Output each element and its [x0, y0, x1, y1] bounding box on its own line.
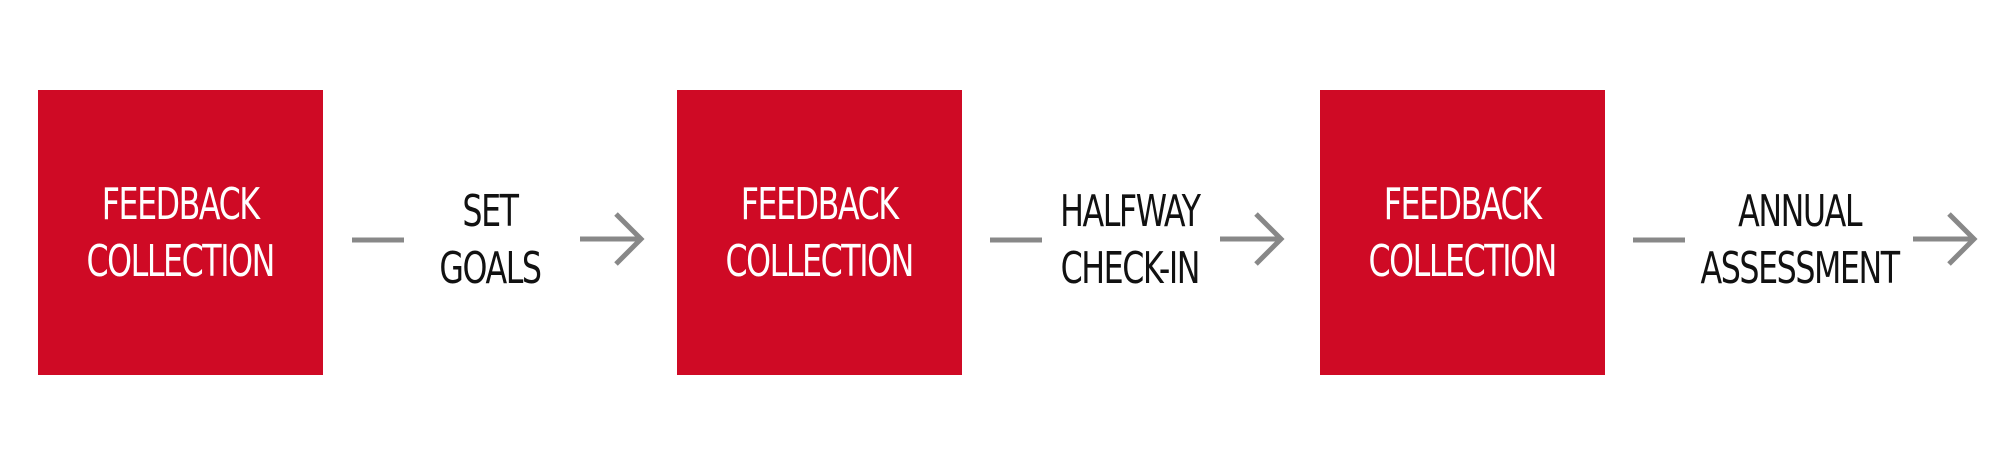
step-halfway-check-in: HALFWAY CHECK-IN — [1040, 160, 1220, 320]
connector-dash-1 — [352, 237, 404, 243]
connector-dash-2 — [990, 237, 1042, 243]
feedback-box-1: FEEDBACK COLLECTION — [38, 90, 323, 375]
step-annual-assessment-label: ANNUAL ASSESSMENT — [1700, 186, 1901, 294]
feedback-box-2: FEEDBACK COLLECTION — [677, 90, 962, 375]
step-set-goals-label: SET GOALS — [439, 186, 542, 294]
step-halfway-check-in-label: HALFWAY CHECK-IN — [1060, 186, 1201, 294]
step-annual-assessment: ANNUAL ASSESSMENT — [1680, 160, 1920, 320]
step-set-goals: SET GOALS — [400, 160, 580, 320]
arrow-right-icon — [1913, 212, 1978, 266]
feedback-box-3: FEEDBACK COLLECTION — [1320, 90, 1605, 375]
connector-dash-3 — [1633, 237, 1685, 243]
feedback-box-1-label: FEEDBACK COLLECTION — [86, 178, 276, 287]
arrow-right-icon — [1220, 212, 1285, 266]
arrow-right-icon — [580, 212, 645, 266]
feedback-box-3-label: FEEDBACK COLLECTION — [1368, 178, 1558, 287]
feedback-box-2-label: FEEDBACK COLLECTION — [725, 178, 915, 287]
